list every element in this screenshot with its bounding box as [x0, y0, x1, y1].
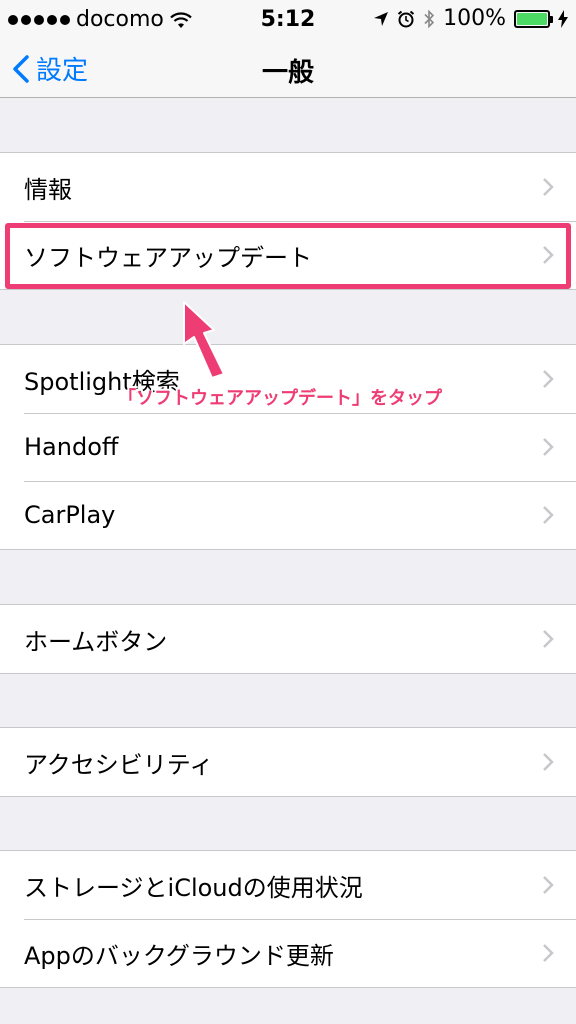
- status-right: 100%: [373, 6, 568, 31]
- settings-group-home-button: ホームボタン: [0, 604, 576, 674]
- list-item-label: アクセシビリティ: [24, 750, 214, 779]
- list-item-label: Handoff: [24, 433, 119, 461]
- status-bar: docomo 5:12 100%: [0, 0, 576, 40]
- alarm-clock-icon: [397, 10, 415, 27]
- list-item-label: ホームボタン: [24, 627, 168, 656]
- list-item-label: 情報: [24, 175, 72, 204]
- chevron-right-icon: [543, 370, 554, 388]
- list-item-home-button[interactable]: ホームボタン: [0, 605, 576, 673]
- list-item-label: ストレージとiCloudの使用状況: [24, 873, 363, 902]
- bluetooth-icon: [424, 9, 435, 28]
- settings-group-accessibility: アクセシビリティ: [0, 727, 576, 797]
- list-item-storage-icloud[interactable]: ストレージとiCloudの使用状況: [0, 851, 576, 919]
- navigation-bar: 設定 一般: [0, 40, 576, 98]
- list-item-carplay[interactable]: CarPlay: [0, 481, 576, 549]
- highlight-box: [5, 223, 571, 289]
- battery-level: [517, 12, 547, 25]
- settings-group-storage: ストレージとiCloudの使用状況 Appのバックグラウンド更新: [0, 850, 576, 988]
- list-item-info[interactable]: 情報: [0, 153, 576, 221]
- chevron-right-icon: [543, 630, 554, 648]
- page-title: 一般: [261, 58, 314, 88]
- list-item-accessibility[interactable]: アクセシビリティ: [0, 728, 576, 796]
- pointer-arrow-icon: [183, 301, 225, 379]
- chevron-right-icon: [543, 944, 554, 962]
- list-item-background-app-refresh[interactable]: Appのバックグラウンド更新: [0, 919, 576, 987]
- charging-bolt-icon: [558, 9, 568, 28]
- annotation-label: 「ソフトウェアアップデート」をタップ: [118, 388, 442, 409]
- chevron-right-icon: [543, 438, 554, 456]
- battery-percent: 100%: [443, 6, 506, 31]
- list-item-label: CarPlay: [24, 501, 116, 529]
- chevron-right-icon: [543, 876, 554, 894]
- chevron-right-icon: [543, 178, 554, 196]
- settings-group-continuity: Spotlight検索 Handoff CarPlay: [0, 344, 576, 550]
- chevron-right-icon: [543, 753, 554, 771]
- list-item-label: Appのバックグラウンド更新: [24, 941, 334, 970]
- chevron-right-icon: [543, 506, 554, 524]
- battery-icon: [514, 9, 553, 28]
- location-arrow-icon: [374, 11, 389, 26]
- list-item-handoff[interactable]: Handoff: [0, 413, 576, 481]
